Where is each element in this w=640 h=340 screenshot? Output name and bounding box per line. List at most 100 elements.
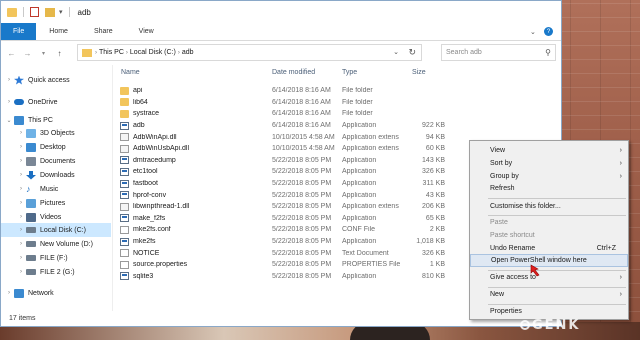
table-row[interactable]: api 6/14/2018 8:16 AM File folder	[115, 85, 455, 97]
back-arrow-icon[interactable]: ←	[6, 49, 17, 58]
sidebar-item-downloads[interactable]: › Downloads	[1, 168, 111, 182]
column-header-type[interactable]: Type	[342, 69, 357, 76]
sidebar-item-file-f[interactable]: › FILE (F:)	[1, 251, 111, 265]
sidebar-item-quick-access[interactable]: › Quick access	[1, 73, 111, 87]
file-size: 65 KB	[425, 214, 445, 222]
submenu-arrow-icon: ›	[619, 173, 622, 180]
expand-arrow-icon[interactable]: ›	[16, 158, 26, 164]
table-row[interactable]: systrace 6/14/2018 8:16 AM File folder	[115, 108, 455, 120]
properties-icon[interactable]	[30, 7, 39, 17]
watermark-text: GENK	[532, 318, 581, 333]
refresh-icon[interactable]: ↻	[408, 47, 416, 58]
file-type: Application	[342, 191, 377, 199]
sidebar-item-this-pc[interactable]: ⌄ This PC	[1, 113, 111, 127]
breadcrumb-local-disk[interactable]: Local Disk (C:)	[130, 49, 176, 56]
expand-arrow-icon[interactable]: ›	[16, 227, 26, 233]
expand-arrow-icon[interactable]: ›	[4, 290, 14, 296]
file-name: sqlite3	[133, 272, 154, 280]
column-header-name[interactable]: Name	[121, 69, 140, 76]
menu-item-refresh[interactable]: Refresh	[470, 182, 628, 195]
table-row[interactable]: mke2fs.conf 5/22/2018 8:05 PM CONF File 2 K…	[115, 224, 455, 236]
menu-item-label: Undo Rename	[490, 245, 536, 252]
table-row[interactable]: make_f2fs 5/22/2018 8:05 PM Application 65 …	[115, 213, 455, 225]
table-row[interactable]: AdbWinApi.dll 10/10/2015 4:58 AM Applicati…	[115, 131, 455, 143]
sidebar-item-new-volume-d[interactable]: › New Volume (D:)	[1, 237, 111, 251]
chevron-right-icon[interactable]: ›	[95, 50, 97, 56]
drive-icon	[26, 269, 36, 275]
chevron-right-icon[interactable]: ›	[126, 50, 128, 56]
music-icon: ♪	[26, 183, 31, 194]
table-row[interactable]: etc1tool 5/22/2018 8:05 PM Application 326 …	[115, 166, 455, 178]
expand-arrow-icon[interactable]: ›	[16, 269, 26, 275]
sidebar-item-local-disk-c[interactable]: › Local Disk (C:)	[1, 223, 111, 237]
expand-arrow-icon[interactable]: ›	[16, 186, 26, 192]
breadcrumb-this-pc[interactable]: This PC	[99, 49, 124, 56]
folder-icon[interactable]	[7, 7, 17, 17]
menu-item-sort-by[interactable]: Sort by ›	[470, 157, 628, 170]
sidebar-item-music[interactable]: › ♪ Music	[1, 182, 111, 196]
menu-item-customise-folder[interactable]: Customise this folder...	[470, 200, 628, 213]
table-row[interactable]: NOTICE 5/22/2018 8:05 PM Text Document 326 …	[115, 247, 455, 259]
sidebar-item-label: 3D Objects	[40, 129, 75, 137]
sidebar-item-network[interactable]: › Network	[1, 286, 111, 300]
menu-item-new[interactable]: New ›	[470, 288, 628, 301]
table-row[interactable]: fastboot 5/22/2018 8:05 PM Application 311 …	[115, 178, 455, 190]
sidebar-item-label: Desktop	[40, 143, 66, 151]
menu-item-properties[interactable]: Properties	[470, 305, 628, 318]
address-bar[interactable]: › This PC › Local Disk (C:) › adb ⌄ ↻	[77, 44, 422, 61]
breadcrumb-adb[interactable]: adb	[182, 49, 194, 56]
table-row[interactable]: hprof-conv 5/22/2018 8:05 PM Application 43…	[115, 189, 455, 201]
tab-view[interactable]: View	[126, 23, 167, 40]
menu-item-open-powershell[interactable]: Open PowerShell window here	[470, 254, 628, 267]
tab-home[interactable]: Home	[36, 23, 81, 40]
customize-toolbar-icon[interactable]: ▾	[59, 8, 63, 16]
sidebar-item-3d-objects[interactable]: › 3D Objects	[1, 126, 111, 140]
sidebar-item-file-2-g[interactable]: › FILE 2 (G:)	[1, 265, 111, 279]
sidebar-item-documents[interactable]: › Documents	[1, 154, 111, 168]
sidebar-item-pictures[interactable]: › Pictures	[1, 196, 111, 210]
search-icon[interactable]: ⚲	[545, 48, 551, 57]
expand-arrow-icon[interactable]: ›	[16, 241, 26, 247]
menu-item-view[interactable]: View ›	[470, 144, 628, 157]
expand-arrow-icon[interactable]: ›	[4, 99, 14, 105]
navigation-pane: › Quick access › OneDrive ⌄ This PC › 3D…	[1, 65, 113, 311]
new-folder-icon[interactable]	[45, 7, 55, 17]
file-type: File folder	[342, 110, 373, 118]
column-header-date[interactable]: Date modified	[272, 69, 315, 76]
table-row[interactable]: source.properties 5/22/2018 8:05 PM PROPER…	[115, 259, 455, 271]
expand-arrow-icon[interactable]: ›	[16, 200, 26, 206]
file-name: api	[133, 87, 143, 95]
tab-share[interactable]: Share	[81, 23, 126, 40]
help-icon[interactable]: ?	[544, 27, 553, 36]
table-row[interactable]: AdbWinUsbApi.dll 10/10/2015 4:58 AM Applic…	[115, 143, 455, 155]
expand-arrow-icon[interactable]: ›	[4, 77, 14, 83]
table-row[interactable]: libwinpthread-1.dll 5/22/2018 8:05 PM Appl…	[115, 201, 455, 213]
expand-arrow-icon[interactable]: ›	[16, 130, 26, 136]
recent-locations-icon[interactable]: ▾	[38, 50, 49, 57]
expand-arrow-icon[interactable]: ›	[16, 214, 26, 220]
sidebar-item-desktop[interactable]: › Desktop	[1, 140, 111, 154]
file-name: hprof-conv	[133, 191, 167, 199]
column-header-size[interactable]: Size	[412, 69, 426, 76]
table-row[interactable]: mke2fs 5/22/2018 8:05 PM Application 1,018 …	[115, 236, 455, 248]
menu-item-give-access[interactable]: Give access to ›	[470, 271, 628, 284]
tab-file[interactable]: File	[1, 23, 37, 40]
sidebar-item-onedrive[interactable]: › OneDrive	[1, 95, 111, 109]
search-input[interactable]: Search adb ⚲	[441, 44, 556, 61]
up-arrow-icon[interactable]: ↑	[54, 49, 65, 58]
chevron-right-icon[interactable]: ›	[178, 50, 180, 56]
table-row[interactable]: sqlite3 5/22/2018 8:05 PM Application 810 K…	[115, 271, 455, 283]
expand-arrow-icon[interactable]: ›	[16, 255, 26, 261]
expand-arrow-icon[interactable]: ›	[16, 144, 26, 150]
table-row[interactable]: adb 6/14/2018 8:16 AM Application 922 KB	[115, 120, 455, 132]
forward-arrow-icon[interactable]: →	[22, 49, 33, 58]
table-row[interactable]: dmtracedump 5/22/2018 8:05 PM Application 1…	[115, 155, 455, 167]
address-dropdown-icon[interactable]: ⌄	[393, 48, 399, 56]
sidebar-item-videos[interactable]: › Videos	[1, 210, 111, 224]
collapse-arrow-icon[interactable]: ⌄	[4, 117, 14, 124]
table-row[interactable]: lib64 6/14/2018 8:16 AM File folder	[115, 97, 455, 109]
navigation-bar: ← → ▾ ↑ › This PC › Local Disk (C:) › ad…	[1, 41, 561, 65]
expand-arrow-icon[interactable]: ›	[16, 172, 26, 178]
chevron-down-icon[interactable]: ⌄	[530, 28, 538, 36]
address-folder-icon	[82, 48, 92, 57]
